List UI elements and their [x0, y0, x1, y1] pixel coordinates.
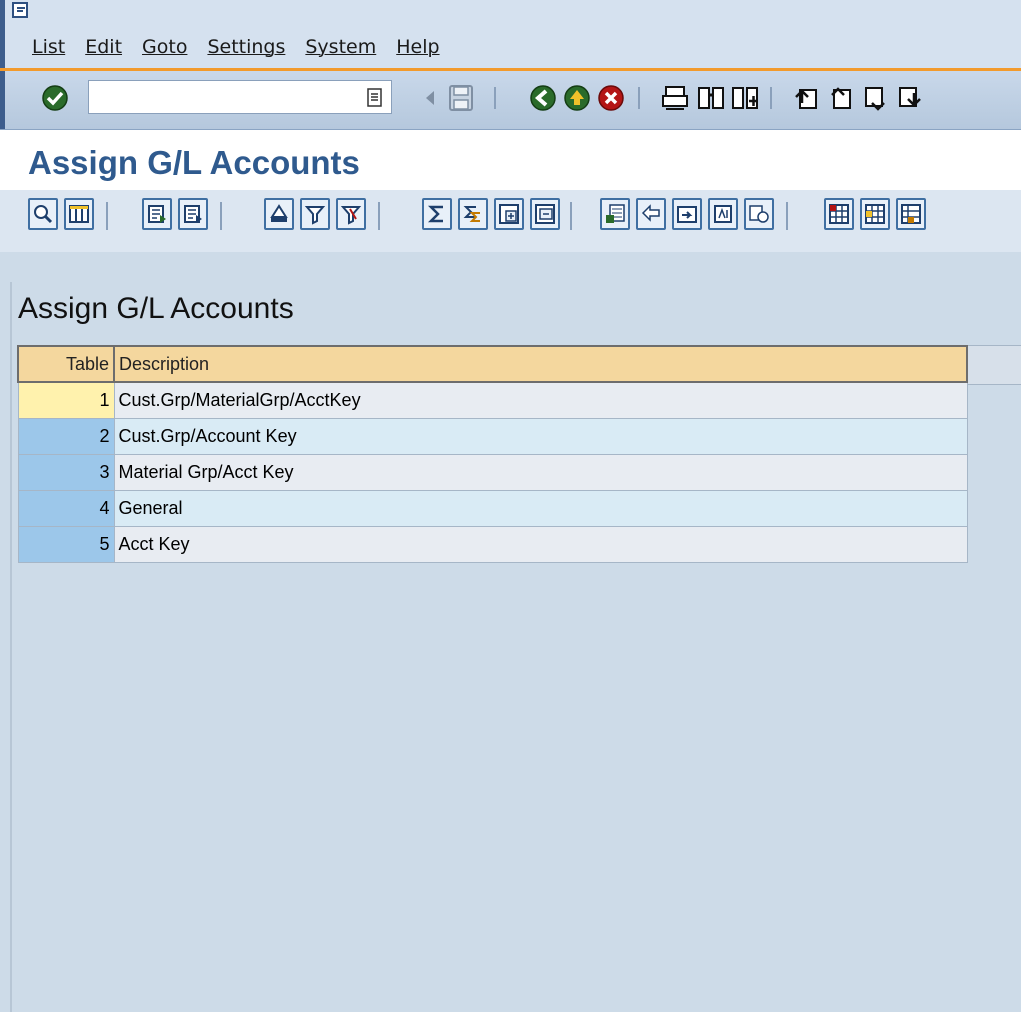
column-header-table[interactable]: Table: [17, 345, 115, 383]
table-row[interactable]: 4 General: [17, 489, 968, 527]
previous-page-icon[interactable]: [826, 83, 856, 113]
toolbar-separator: [494, 87, 496, 109]
page-title: Assign G/L Accounts: [28, 144, 360, 181]
application-toolbar: [0, 190, 1021, 252]
column-header-description[interactable]: Description: [113, 345, 968, 383]
find-icon[interactable]: [264, 198, 294, 230]
find-icon[interactable]: [696, 83, 726, 113]
menu-help[interactable]: Help: [396, 36, 439, 58]
subtotal-icon[interactable]: [458, 198, 488, 230]
graphic-icon[interactable]: [744, 198, 774, 230]
header-extension: [968, 345, 1021, 385]
list-title: Assign G/L Accounts: [18, 292, 294, 325]
system-toolbar: [0, 71, 1021, 130]
table-cell-key[interactable]: 5: [17, 525, 115, 563]
table-cell-description[interactable]: Material Grp/Acct Key: [113, 453, 968, 491]
system-menu-icon[interactable]: [12, 2, 30, 20]
table-row[interactable]: 1 Cust.Grp/MaterialGrp/AcctKey: [17, 381, 968, 419]
toolbar-separator: [638, 87, 640, 109]
command-field[interactable]: [88, 80, 392, 114]
menu-settings[interactable]: Settings: [207, 36, 285, 58]
list-area: Assign G/L Accounts Table Description 1 …: [10, 282, 1021, 1012]
table-row[interactable]: 3 Material Grp/Acct Key: [17, 453, 968, 491]
table-cell-description[interactable]: General: [113, 489, 968, 527]
table-cell-key[interactable]: 1: [17, 381, 115, 419]
enter-icon[interactable]: [40, 83, 70, 113]
expand-icon[interactable]: [494, 198, 524, 230]
cancel-icon[interactable]: [596, 83, 626, 113]
choose-layout-icon[interactable]: [64, 198, 94, 230]
table-row[interactable]: 2 Cust.Grp/Account Key: [17, 417, 968, 455]
next-page-icon[interactable]: [860, 83, 890, 113]
details-icon[interactable]: [28, 198, 58, 230]
data-table: Table Description 1 Cust.Grp/MaterialGrp…: [17, 345, 968, 563]
local-file-icon[interactable]: [672, 198, 702, 230]
word-processing-icon[interactable]: [636, 198, 666, 230]
toolbar-separator: [770, 87, 772, 109]
sort-ascending-icon[interactable]: [142, 198, 172, 230]
sort-descending-icon[interactable]: [178, 198, 208, 230]
back-icon[interactable]: [528, 83, 558, 113]
table-header-row: Table Description: [17, 345, 968, 383]
set-filter-icon[interactable]: [300, 198, 330, 230]
menu-edit[interactable]: Edit: [85, 36, 122, 58]
change-layout-icon[interactable]: [824, 198, 854, 230]
window-edge: [0, 0, 5, 70]
toolbar-separator: [106, 202, 108, 230]
select-layout-icon[interactable]: [860, 198, 890, 230]
print-icon[interactable]: [660, 83, 690, 113]
filter-icon[interactable]: [336, 198, 366, 230]
total-icon[interactable]: [422, 198, 452, 230]
toolbar-separator: [570, 202, 572, 230]
table-cell-description[interactable]: Acct Key: [113, 525, 968, 563]
last-page-icon[interactable]: [894, 83, 924, 113]
menu-system[interactable]: System: [305, 36, 376, 58]
table-cell-key[interactable]: 4: [17, 489, 115, 527]
toolbar-separator: [378, 202, 380, 230]
table-cell-key[interactable]: 3: [17, 453, 115, 491]
first-page-icon[interactable]: [792, 83, 822, 113]
excel-icon[interactable]: [600, 198, 630, 230]
table-cell-description[interactable]: Cust.Grp/Account Key: [113, 417, 968, 455]
toolbar-separator: [220, 202, 222, 230]
command-dropdown-icon[interactable]: [365, 85, 385, 111]
exit-icon[interactable]: [562, 83, 592, 113]
save-icon[interactable]: [446, 83, 476, 113]
menu-list: List Edit Goto Settings System Help: [32, 36, 460, 58]
collapse-icon[interactable]: [530, 198, 560, 230]
window-edge: [0, 71, 5, 129]
back-arrow-icon[interactable]: [422, 83, 438, 113]
table-cell-description[interactable]: Cust.Grp/MaterialGrp/AcctKey: [113, 381, 968, 419]
abc-analysis-icon[interactable]: [708, 198, 738, 230]
table-row[interactable]: 5 Acct Key: [17, 525, 968, 563]
menu-bar: List Edit Goto Settings System Help: [0, 0, 1021, 71]
table-cell-key[interactable]: 2: [17, 417, 115, 455]
save-layout-icon[interactable]: [896, 198, 926, 230]
find-next-icon[interactable]: [730, 83, 760, 113]
toolbar-separator: [786, 202, 788, 230]
menu-list-item[interactable]: List: [32, 36, 65, 58]
menu-goto[interactable]: Goto: [142, 36, 187, 58]
title-bar: Assign G/L Accounts: [0, 130, 1021, 190]
